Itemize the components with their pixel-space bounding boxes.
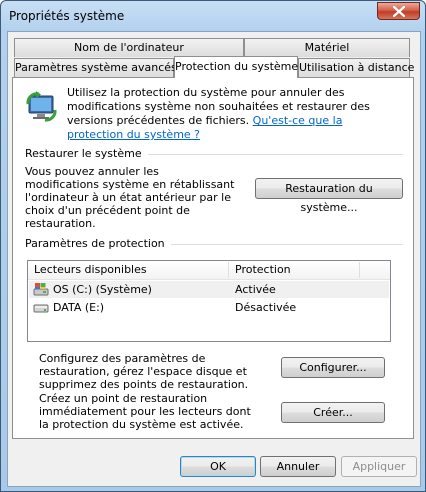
tab-advanced-settings[interactable]: Paramètres système avancés: [14, 58, 177, 77]
system-properties-window: Propriétés système Nom de l'ordinateur M…: [0, 0, 426, 492]
system-drive-icon: [33, 283, 49, 296]
configure-button[interactable]: Configurer...: [281, 357, 385, 378]
apply-button[interactable]: Appliquer: [341, 456, 417, 477]
dialog-client-area: Nom de l'ordinateur Matériel Paramètres …: [7, 31, 421, 487]
drive-name: OS (C:) (Système): [53, 283, 152, 296]
system-protection-panel: Utilisez la protection du système pour a…: [12, 77, 414, 439]
table-row[interactable]: DATA (E:) Désactivée: [29, 299, 389, 316]
system-restore-button[interactable]: Restauration du système...: [255, 178, 403, 214]
protection-status: Désactivée: [235, 301, 297, 314]
create-button[interactable]: Créer...: [281, 402, 385, 423]
drives-listview[interactable]: Lecteurs disponibles Protection OS (C:): [27, 260, 391, 342]
table-row[interactable]: OS (C:) (Système) Activée: [29, 281, 389, 298]
close-button[interactable]: [377, 2, 420, 20]
close-icon: [393, 6, 405, 17]
protection-status: Activée: [235, 283, 276, 296]
restore-group-title: Restaurer le système: [25, 147, 148, 160]
column-header-protection[interactable]: Protection: [229, 261, 359, 279]
window-title: Propriétés système: [9, 9, 125, 23]
intro-text: Utilisez la protection du système pour a…: [67, 86, 370, 141]
tab-system-protection[interactable]: Protection du système: [174, 56, 298, 78]
column-header-drives[interactable]: Lecteurs disponibles: [28, 261, 228, 279]
tab-computer-name[interactable]: Nom de l'ordinateur: [14, 38, 244, 57]
create-description: Créez un point de restauration immédiate…: [39, 392, 251, 431]
listview-header: Lecteurs disponibles Protection: [28, 261, 390, 280]
drive-name: DATA (E:): [53, 301, 105, 314]
tab-hardware[interactable]: Matériel: [244, 38, 410, 57]
ok-button[interactable]: OK: [180, 456, 256, 477]
title-bar[interactable]: Propriétés système: [1, 1, 425, 29]
tab-remote-access[interactable]: Utilisation à distance: [298, 58, 414, 77]
restore-description: Vous pouvez annuler les modifications sy…: [25, 165, 235, 230]
cancel-button[interactable]: Annuler: [260, 456, 336, 477]
protection-group-title: Paramètres de protection: [25, 237, 171, 250]
configure-description: Configurez des paramètres de restauratio…: [39, 352, 249, 391]
hard-drive-icon: [33, 304, 49, 313]
system-protection-icon: [26, 91, 57, 122]
